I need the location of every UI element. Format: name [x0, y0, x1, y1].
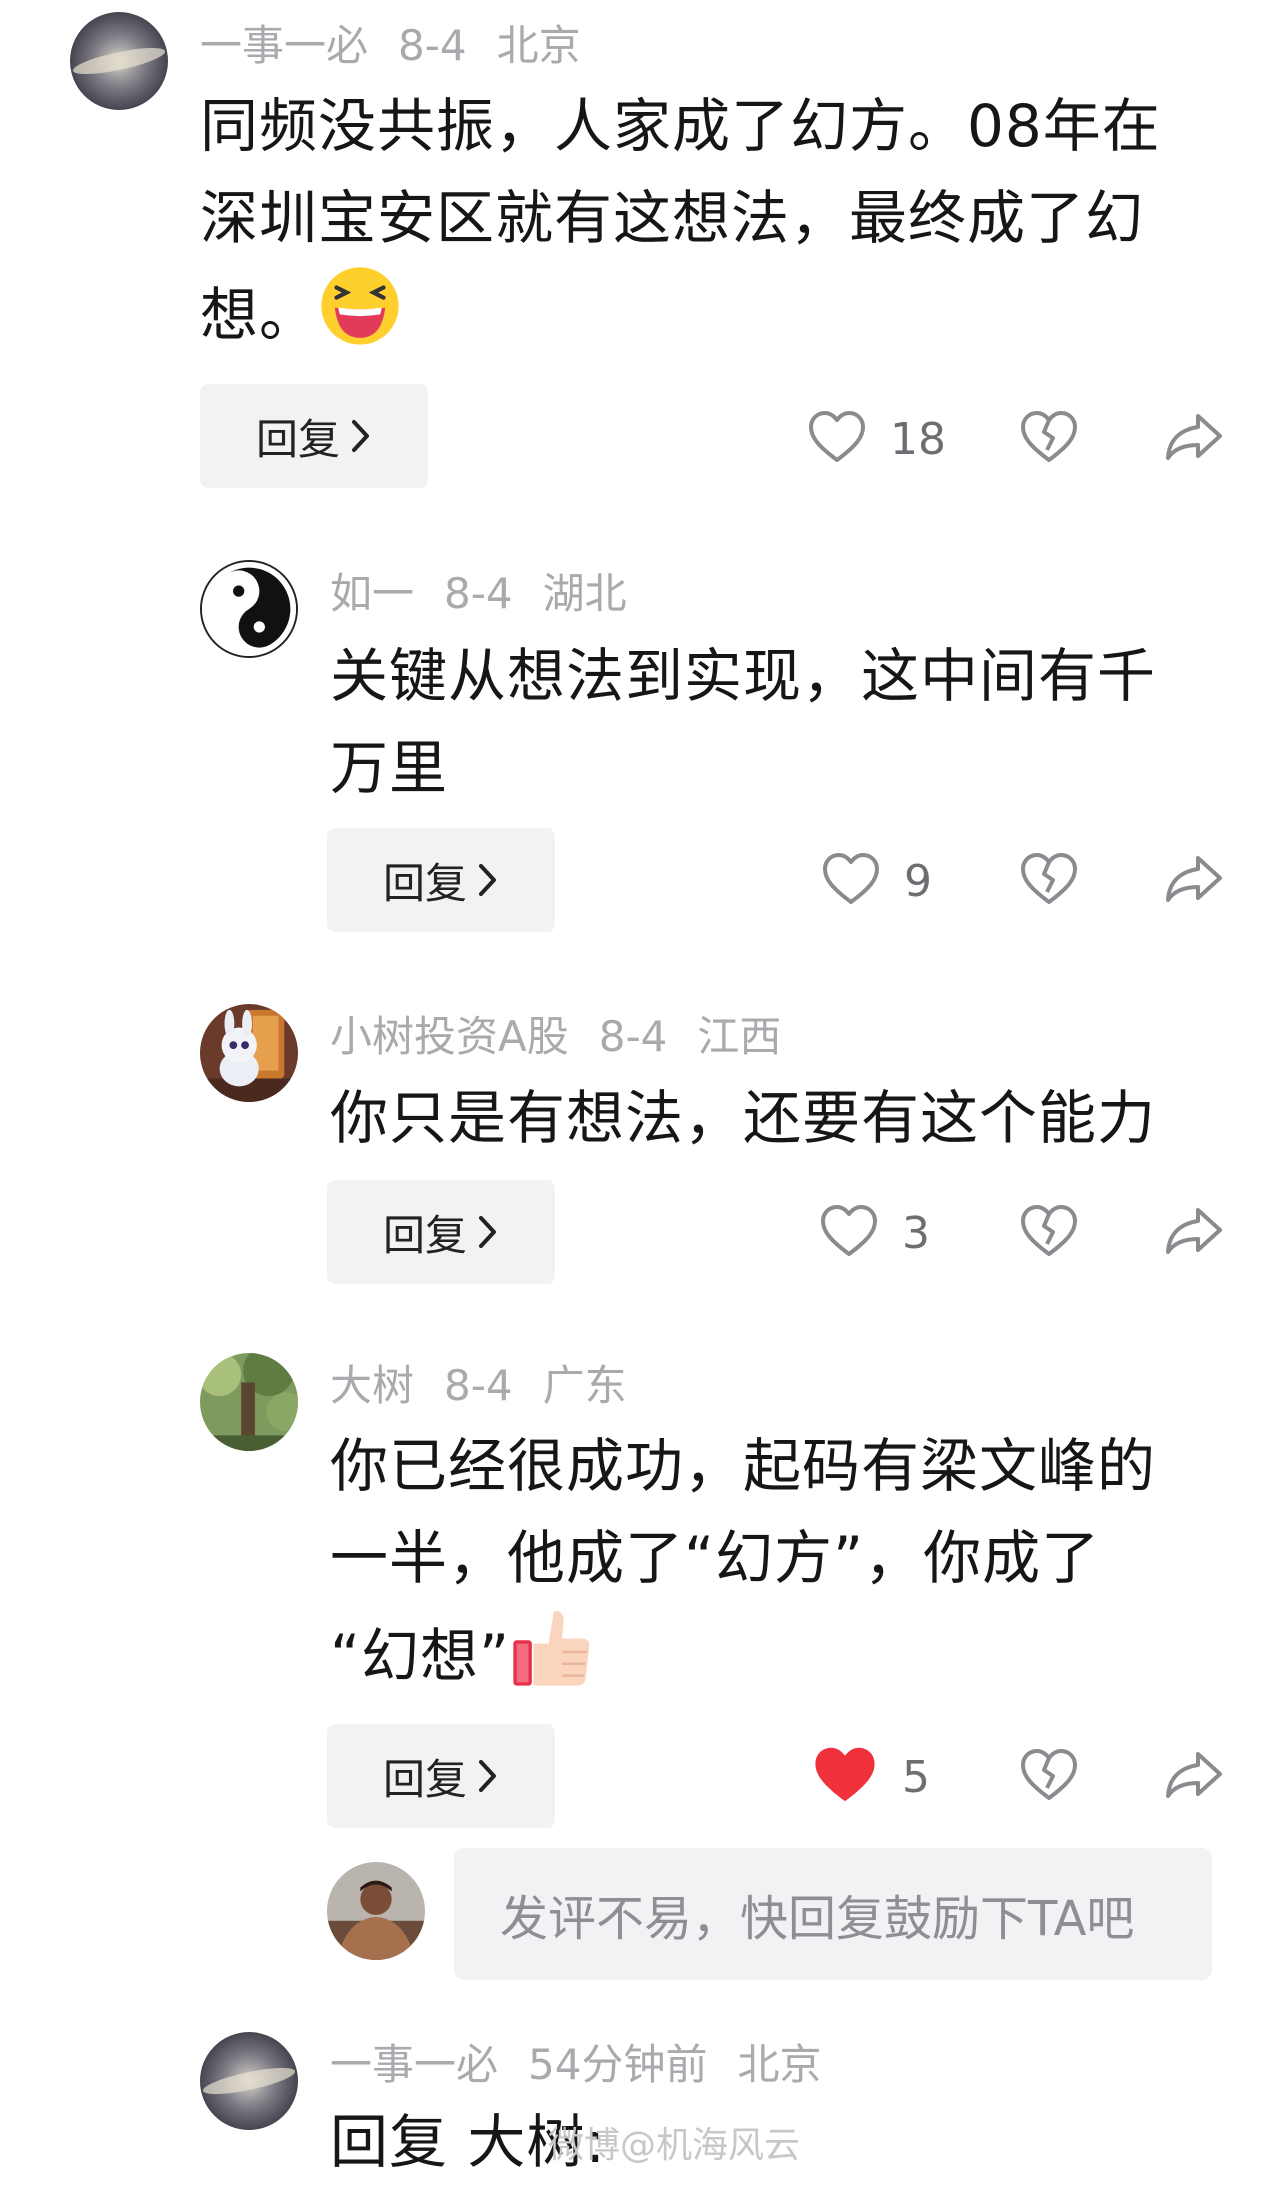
dislike-icon — [1020, 410, 1078, 468]
like-count: 9 — [904, 855, 932, 907]
comment-meta: 一事一必 8-4 北京 — [200, 25, 611, 67]
avatar-comment-4[interactable] — [200, 1353, 298, 1451]
comment-line: 你已经很成功，起码有梁文峰的 — [330, 1432, 1157, 1500]
heart-icon — [808, 410, 866, 468]
comment-line: 同频没共振，人家成了幻方。08年在 — [200, 92, 1161, 160]
watermark: 微博@机海风云 — [548, 2125, 801, 2166]
username[interactable]: 一事一必 — [200, 21, 368, 70]
username[interactable]: 大树 — [330, 1361, 414, 1410]
share-icon — [1164, 852, 1224, 910]
heart-icon — [812, 1744, 878, 1810]
dislike-icon — [1020, 1748, 1078, 1806]
reply-button[interactable]: 回复 — [327, 828, 555, 932]
avatar-comment-5[interactable] — [200, 2032, 298, 2130]
reply-label: 回复 — [255, 414, 340, 464]
comment-line: 一半，他成了“幻方”，你成了 — [330, 1524, 1101, 1592]
reply-label: 回复 — [382, 858, 467, 908]
comment-line: “幻想” — [330, 1604, 1230, 1716]
comment-date: 8-4 — [444, 1361, 513, 1410]
username[interactable]: 一事一必 — [330, 2040, 498, 2089]
avatar-comment-2[interactable] — [200, 560, 298, 658]
share-icon — [1164, 1748, 1224, 1806]
comment-text: 你已经很成功，起码有梁文峰的 一半，他成了“幻方”，你成了 “幻想” — [330, 1420, 1230, 1716]
reply-label: 回复 — [382, 1754, 467, 1804]
comment-line: 关键从想法到实现，这中间有千 — [330, 642, 1157, 710]
comment-meta: 大树 8-4 广东 — [330, 1365, 657, 1407]
reply-prompt-input[interactable]: 发评不易，快回复鼓励下TA吧 — [454, 1848, 1212, 1980]
avatar-comment-1[interactable] — [70, 12, 168, 110]
like-count: 18 — [890, 413, 946, 465]
comment-date: 8-4 — [598, 1012, 668, 1061]
comment-meta: 如一 8-4 湖北 — [330, 573, 657, 615]
comment-date: 8-4 — [444, 569, 513, 618]
share-button[interactable] — [1164, 1748, 1224, 1806]
comment-meta: 一事一必 54分钟前 北京 — [330, 2044, 851, 2086]
chevron-right-icon — [477, 1214, 499, 1250]
share-icon — [1164, 1204, 1224, 1262]
chevron-right-icon — [477, 1758, 499, 1794]
comment-meta: 小树投资A股 8-4 江西 — [330, 1016, 811, 1058]
comment-time: 54分钟前 — [528, 2040, 708, 2089]
heart-icon — [820, 1204, 878, 1262]
heart-icon — [822, 852, 880, 910]
like-button[interactable]: 9 — [822, 852, 932, 910]
share-icon — [1164, 410, 1224, 468]
comment-location: 湖北 — [542, 569, 627, 618]
share-button[interactable] — [1164, 852, 1224, 910]
comment-text: 同频没共振，人家成了幻方。08年在 深圳宝安区就有这想法，最终成了幻 想。 — [200, 80, 1220, 374]
share-button[interactable] — [1164, 410, 1224, 468]
like-count: 5 — [902, 1751, 930, 1803]
dislike-icon — [1020, 852, 1078, 910]
like-button[interactable]: 18 — [808, 410, 946, 468]
comment-location: 江西 — [697, 1012, 782, 1061]
username[interactable]: 如一 — [330, 569, 414, 618]
chevron-right-icon — [477, 862, 499, 898]
comment-location: 北京 — [737, 2040, 822, 2089]
reply-label: 回复 — [382, 1210, 467, 1260]
comment-date: 8-4 — [398, 21, 467, 70]
dislike-icon — [1020, 1204, 1078, 1262]
reply-prompt-placeholder: 发评不易，快回复鼓励下TA吧 — [500, 1891, 1135, 1947]
comment-line: 想。 — [200, 264, 1220, 374]
like-button[interactable]: 5 — [812, 1744, 930, 1810]
comment-location: 广东 — [542, 1361, 627, 1410]
comment-line-text: “幻想” — [330, 1622, 511, 1691]
avatar-comment-3[interactable] — [200, 1004, 298, 1102]
reply-button[interactable]: 回复 — [327, 1724, 555, 1828]
dislike-button[interactable] — [1020, 410, 1078, 468]
reply-button[interactable]: 回复 — [327, 1180, 555, 1284]
thumbs-up-icon — [510, 1604, 594, 1716]
comment-line: 万里 — [330, 734, 449, 802]
comment-line: 深圳宝安区就有这想法，最终成了幻 — [200, 184, 1145, 252]
reply-button[interactable]: 回复 — [200, 384, 428, 488]
dislike-button[interactable] — [1020, 1748, 1078, 1806]
chevron-right-icon — [350, 418, 372, 454]
comment-location: 北京 — [496, 21, 581, 70]
comment-line: 你只是有想法，还要有这个能力 — [330, 1084, 1157, 1152]
like-button[interactable]: 3 — [820, 1204, 930, 1262]
laughing-face-icon — [318, 264, 402, 374]
like-count: 3 — [902, 1207, 930, 1259]
dislike-button[interactable] — [1020, 1204, 1078, 1262]
username[interactable]: 小树投资A股 — [330, 1012, 569, 1061]
current-user-avatar — [327, 1862, 425, 1960]
share-button[interactable] — [1164, 1204, 1224, 1262]
comment-text: 关键从想法到实现，这中间有千 万里 — [330, 630, 1230, 814]
comment-text: 你只是有想法，还要有这个能力 — [330, 1072, 1230, 1164]
comment-line-text: 想。 — [200, 281, 319, 350]
dislike-button[interactable] — [1020, 852, 1078, 910]
